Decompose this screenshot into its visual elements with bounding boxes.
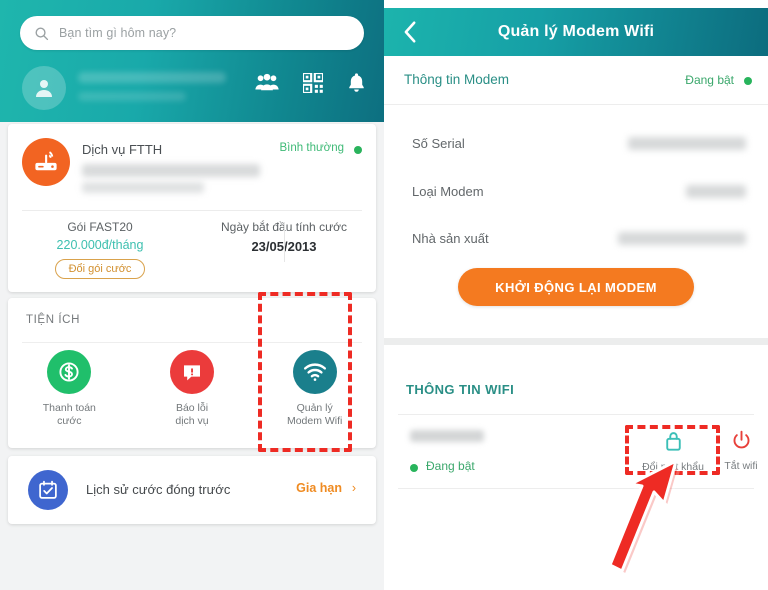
bell-icon[interactable] [347, 72, 366, 93]
field-value-modem-type-blurred [686, 185, 746, 198]
service-status-label: Bình thường [279, 142, 344, 154]
wifi-divider-top [398, 414, 754, 415]
service-detail2-blurred [82, 182, 204, 193]
qr-code-icon[interactable] [303, 72, 323, 93]
turn-off-wifi-label: Tắt wifi [724, 460, 758, 472]
header-actions [255, 72, 366, 93]
utilities-section-title: TIỆN ÍCH [26, 314, 80, 326]
modem-info-header: Thông tin Modem Đang bật [384, 56, 768, 105]
utility-label-report-error: Báo lỗi dịch vụ [175, 402, 209, 427]
field-label-serial: Số Serial [412, 136, 465, 151]
utility-item-report-error[interactable]: Báo lỗi dịch vụ [131, 350, 254, 428]
field-label-manufacturer: Nhà sản xuất [412, 231, 489, 246]
change-plan-button[interactable]: Đổi gói cước [54, 259, 146, 279]
power-icon [732, 430, 751, 455]
section-separator [384, 338, 768, 345]
search-placeholder: Bạn tìm gì hôm nay? [59, 26, 177, 40]
dollar-coin-icon [47, 350, 92, 394]
utility-label-payment: Thanh toán cước [42, 402, 96, 427]
turn-off-wifi-action[interactable]: Tắt wifi [718, 430, 764, 472]
page-title: Quản lý Modem Wifi [497, 23, 655, 40]
plan-section: Gói FAST20 220.000đ/tháng Đổi gói cước N… [8, 216, 376, 290]
field-serial: Số Serial [384, 136, 768, 164]
field-manufacturer: Nhà sản xuất [384, 231, 768, 259]
plan-name: Gói FAST20 [67, 220, 133, 234]
prepaid-history-card[interactable]: Lịch sử cước đóng trước Gia hạn › [8, 456, 376, 524]
modem-status-dot [744, 77, 752, 85]
user-avatar-icon[interactable] [22, 66, 66, 110]
modem-router-icon [22, 138, 70, 186]
search-icon [34, 26, 49, 41]
wifi-section-title: THÔNG TIN WIFI [406, 382, 515, 397]
field-label-modem-type: Loại Modem [412, 184, 484, 199]
wifi-status-label: Đang bật [426, 459, 475, 473]
left-phone-screen: Bạn tìm gì hôm nay? Dịch vụ FTTH Bình th… [0, 0, 384, 590]
chevron-right-icon: › [351, 481, 356, 495]
restart-modem-button[interactable]: KHỞI ĐỘNG LẠI MODEM [458, 268, 694, 306]
plan-info: Gói FAST20 220.000đ/tháng Đổi gói cước [8, 216, 192, 290]
service-row: Dịch vụ FTTH Bình thường [8, 124, 376, 202]
chevron-left-icon[interactable] [402, 20, 419, 44]
modem-page-header: Quản lý Modem Wifi [384, 8, 768, 56]
calendar-check-icon [28, 470, 68, 510]
utility-modem-wifi-highlight [258, 292, 352, 452]
pointer-arrow [594, 455, 714, 590]
field-value-manufacturer-blurred [618, 232, 746, 245]
wifi-ssid-blurred [410, 430, 484, 442]
service-divider [22, 210, 362, 211]
username-blurred [78, 72, 226, 83]
plan-vertical-divider [284, 222, 285, 262]
prepaid-history-label: Lịch sử cước đóng trước [86, 482, 231, 497]
field-value-serial-blurred [628, 137, 746, 150]
service-title: Dịch vụ FTTH [82, 142, 163, 157]
utility-item-payment[interactable]: Thanh toán cước [8, 350, 131, 428]
account-blurred [78, 92, 186, 101]
billing-info: Ngày bắt đầu tính cước 23/05/2013 [192, 216, 376, 290]
service-status-dot [354, 146, 362, 154]
right-phone-screen: Quản lý Modem Wifi Thông tin Modem Đang … [384, 0, 768, 590]
plan-price: 220.000đ/tháng [56, 238, 144, 252]
wifi-status-dot [410, 464, 418, 472]
renew-button[interactable]: Gia hạn [296, 481, 342, 495]
search-bar[interactable]: Bạn tìm gì hôm nay? [20, 16, 364, 50]
friends-icon[interactable] [255, 73, 279, 92]
field-modem-type: Loại Modem [384, 184, 768, 212]
alert-chat-icon [170, 350, 214, 394]
modem-info-title: Thông tin Modem [404, 72, 510, 87]
modem-status-label: Đang bật [685, 73, 734, 87]
service-card[interactable]: Dịch vụ FTTH Bình thường Gói FAST20 220.… [8, 124, 376, 292]
service-detail-blurred [82, 164, 260, 177]
